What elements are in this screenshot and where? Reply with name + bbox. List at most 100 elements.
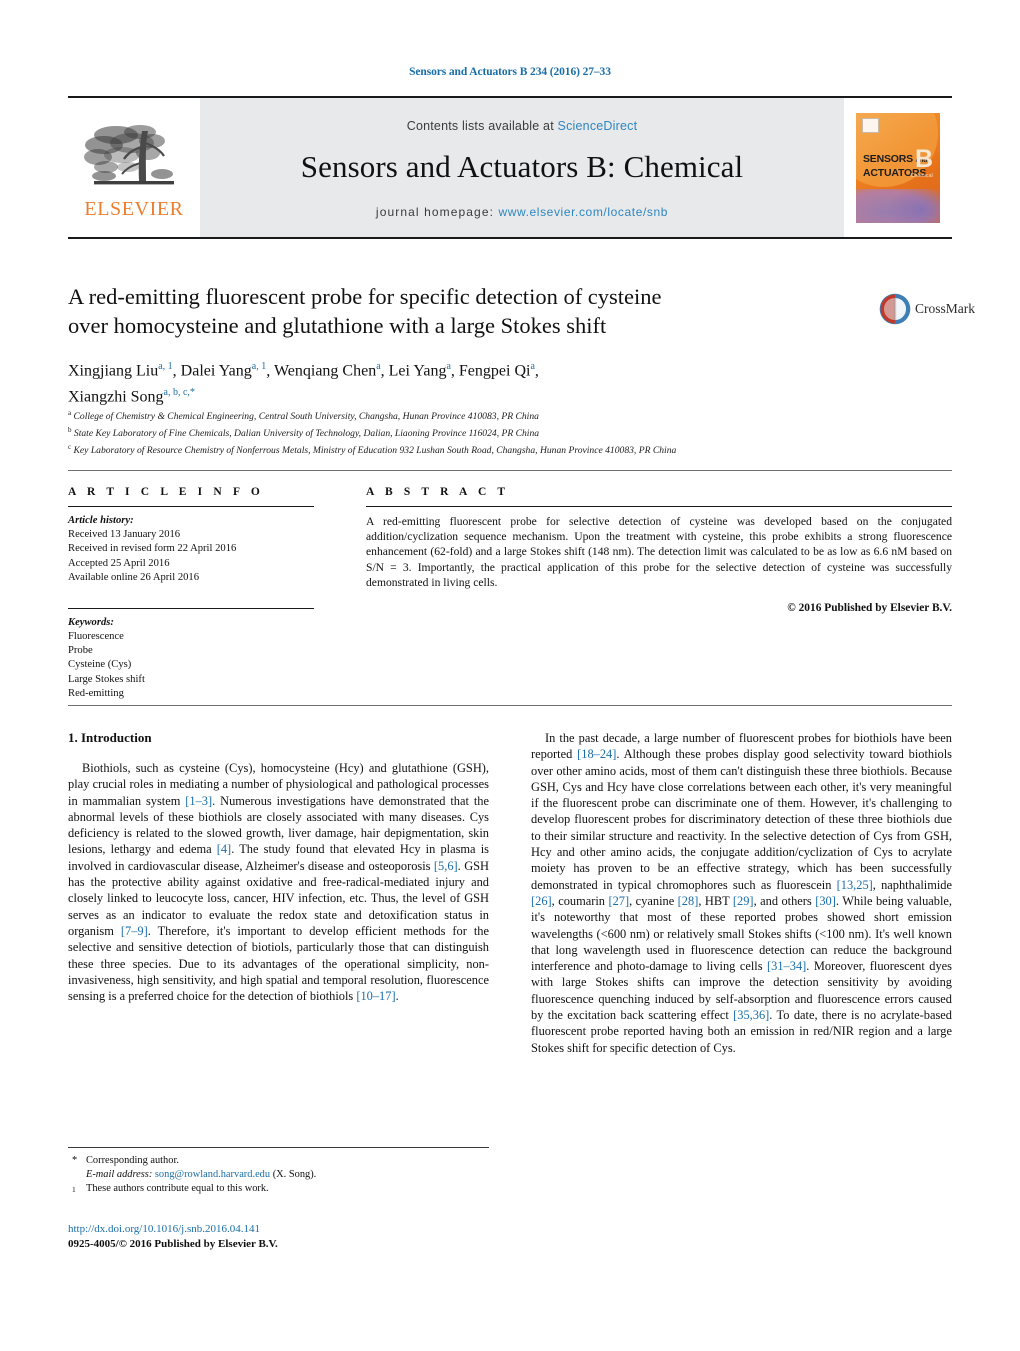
running-head: Sensors and Actuators B 234 (2016) 27–33 [409,66,611,78]
abstract-column: A B S T R A C T A red-emitting fluoresce… [338,486,952,702]
history-item: Available online 26 April 2016 [68,572,200,584]
sciencedirect-link[interactable]: ScienceDirect [558,119,638,133]
journal-homepage-link[interactable]: www.elsevier.com/locate/snb [498,205,668,219]
history-item: Received 13 January 2016 [68,529,181,540]
citation-ref[interactable]: [18–24] [577,747,616,761]
author-name[interactable]: Fengpei Qi [459,362,531,379]
cover-series-sub: Chemical [910,172,933,179]
page-title: A red-emitting fluorescent probe for spe… [68,282,868,340]
cover-line-1: SENSORS [863,152,913,165]
keywords-list: Fluorescence Probe Cysteine (Cys) Large … [68,630,314,702]
article-info-column: A R T I C L E I N F O Article history: R… [68,486,338,702]
affiliation-mark: a [68,409,72,417]
corresponding-author-star-icon: * [189,387,195,399]
journal-title: Sensors and Actuators B: Chemical [300,148,744,184]
title-block: A red-emitting fluorescent probe for spe… [68,282,868,409]
elsevier-wordmark: ELSEVIER [84,197,184,220]
abstract-copyright: © 2016 Published by Elsevier B.V. [787,602,952,615]
body-columns: 1. Introduction Biothiols, such as cyste… [68,730,952,1056]
author-affil-mark: a, 1 [158,361,173,372]
article-info-rule [68,506,314,507]
title-line-2: over homocysteine and glutathione with a… [68,313,607,338]
affiliation-text: State Key Laboratory of Fine Chemicals, … [73,427,540,439]
author-name[interactable]: Lei Yang [389,362,447,379]
doi-link[interactable]: http://dx.doi.org/10.1016/j.snb.2016.04.… [68,1222,568,1237]
citation-ref[interactable]: [31–34] [767,959,806,973]
keyword-item: Fluorescence [68,630,124,642]
issn-copyright: 0925-4005/© 2016 Published by Elsevier B… [68,1237,278,1250]
footnote-corresponding-text: Corresponding author. [86,1155,179,1166]
doi-block: http://dx.doi.org/10.1016/j.snb.2016.04.… [68,1222,568,1251]
affiliation-mark: b [68,425,72,434]
elsevier-logo: ELSEVIER [68,98,200,237]
citation-ref[interactable]: [5,6] [434,859,458,873]
author-list: Xingjiang Liua, 1, Dalei Yanga, 1, Wenqi… [68,356,868,409]
body-paragraph-left: Biothiols, such as cysteine (Cys), homoc… [68,761,489,1004]
elsevier-tree-icon [84,124,174,184]
section-heading-introduction: 1. Introduction [68,730,152,745]
abstract-body: A red-emitting fluorescent probe for sel… [366,514,952,616]
citation-ref[interactable]: [27] [608,894,629,908]
info-divider [68,470,952,471]
abstract-heading: A B S T R A C T [366,486,510,498]
journal-masthead: ELSEVIER Contents lists available at Sci… [68,96,952,239]
info-abstract-row: A R T I C L E I N F O Article history: R… [68,486,952,702]
author-name[interactable]: Dalei Yang [181,362,252,379]
journal-homepage-line: journal homepage: www.elsevier.com/locat… [376,205,668,219]
citation-ref[interactable]: [28] [678,894,699,908]
affiliation-text: College of Chemistry & Chemical Engineer… [73,411,539,423]
crossmark-icon [879,293,911,325]
body-column-right: In the past decade, a large number of fl… [531,730,952,1056]
body-column-left: 1. Introduction Biothiols, such as cyste… [68,730,489,1056]
footnote-block: * Corresponding author. E-mail address: … [68,1147,489,1196]
author-sep: , [266,362,274,380]
footnote-equal-text: These authors contribute equal to this w… [86,1183,269,1194]
contents-prefix: Contents lists available at [406,118,558,133]
abstract-rule [366,506,952,507]
citation-ref[interactable]: [13,25] [837,878,873,892]
keywords-rule [68,607,314,609]
author-name[interactable]: Xingjiang Liu [68,362,158,379]
author-sep: , [380,362,389,380]
title-line-1: A red-emitting fluorescent probe for spe… [68,284,662,309]
email-suffix: (X. Song). [272,1169,317,1180]
article-info-heading: A R T I C L E I N F O [68,486,264,498]
corresponding-email-link[interactable]: song@rowland.harvard.edu [155,1169,270,1180]
keyword-item: Cysteine (Cys) [68,659,132,671]
keyword-item: Red-emitting [68,688,124,700]
cover-purple-shape-2 [886,186,940,223]
author-sep: , [534,362,539,380]
homepage-prefix: journal homepage: [375,204,499,219]
crossmark-badge[interactable]: CrossMark [878,283,975,335]
citation-ref[interactable]: [26] [531,894,552,908]
citation-ref[interactable]: [35,36] [733,1008,769,1022]
keywords-block: Keywords: Fluorescence Probe Cysteine (C… [68,607,314,702]
body-paragraph-right: In the past decade, a large number of fl… [531,731,952,1055]
citation-ref[interactable]: [30] [815,894,836,908]
author-sep: , [172,362,181,380]
footnote-one-mark: 1 [72,1185,76,1194]
cover-series-letter: B [914,144,933,173]
paper-page: Sensors and Actuators B 234 (2016) 27–33 [0,0,1020,1351]
affiliation-item: b State Key Laboratory of Fine Chemicals… [68,424,958,441]
article-history-list: Received 13 January 2016 Received in rev… [68,528,314,586]
body-divider [68,705,952,706]
keyword-item: Large Stokes shift [68,673,145,685]
footnote-corresponding: * Corresponding author. E-mail address: … [68,1154,489,1182]
author-affil-mark: a, b, c, [163,387,190,399]
author-affil-mark: a, 1 [251,361,267,372]
citation-ref[interactable]: [29] [733,894,754,908]
keyword-item: Probe [68,645,93,657]
citation-ref[interactable]: [1–3] [185,794,212,808]
keywords-label: Keywords: [68,616,114,628]
history-item: Received in revised form 22 April 2016 [68,543,237,555]
author-name[interactable]: Wenqiang Chen [274,362,376,379]
footnote-star-icon: * [72,1155,78,1166]
citation-ref[interactable]: [10–17] [356,989,395,1003]
cover-elsevier-mark-icon [862,117,879,133]
affiliation-item: c Key Laboratory of Resource Chemistry o… [68,441,958,458]
cover-artwork: SENSORS and ACTUATORS B Chemical [856,112,940,223]
citation-ref[interactable]: [4] [217,842,231,856]
author-name[interactable]: Xiangzhi Song [68,389,164,406]
citation-ref[interactable]: [7–9] [121,924,148,938]
